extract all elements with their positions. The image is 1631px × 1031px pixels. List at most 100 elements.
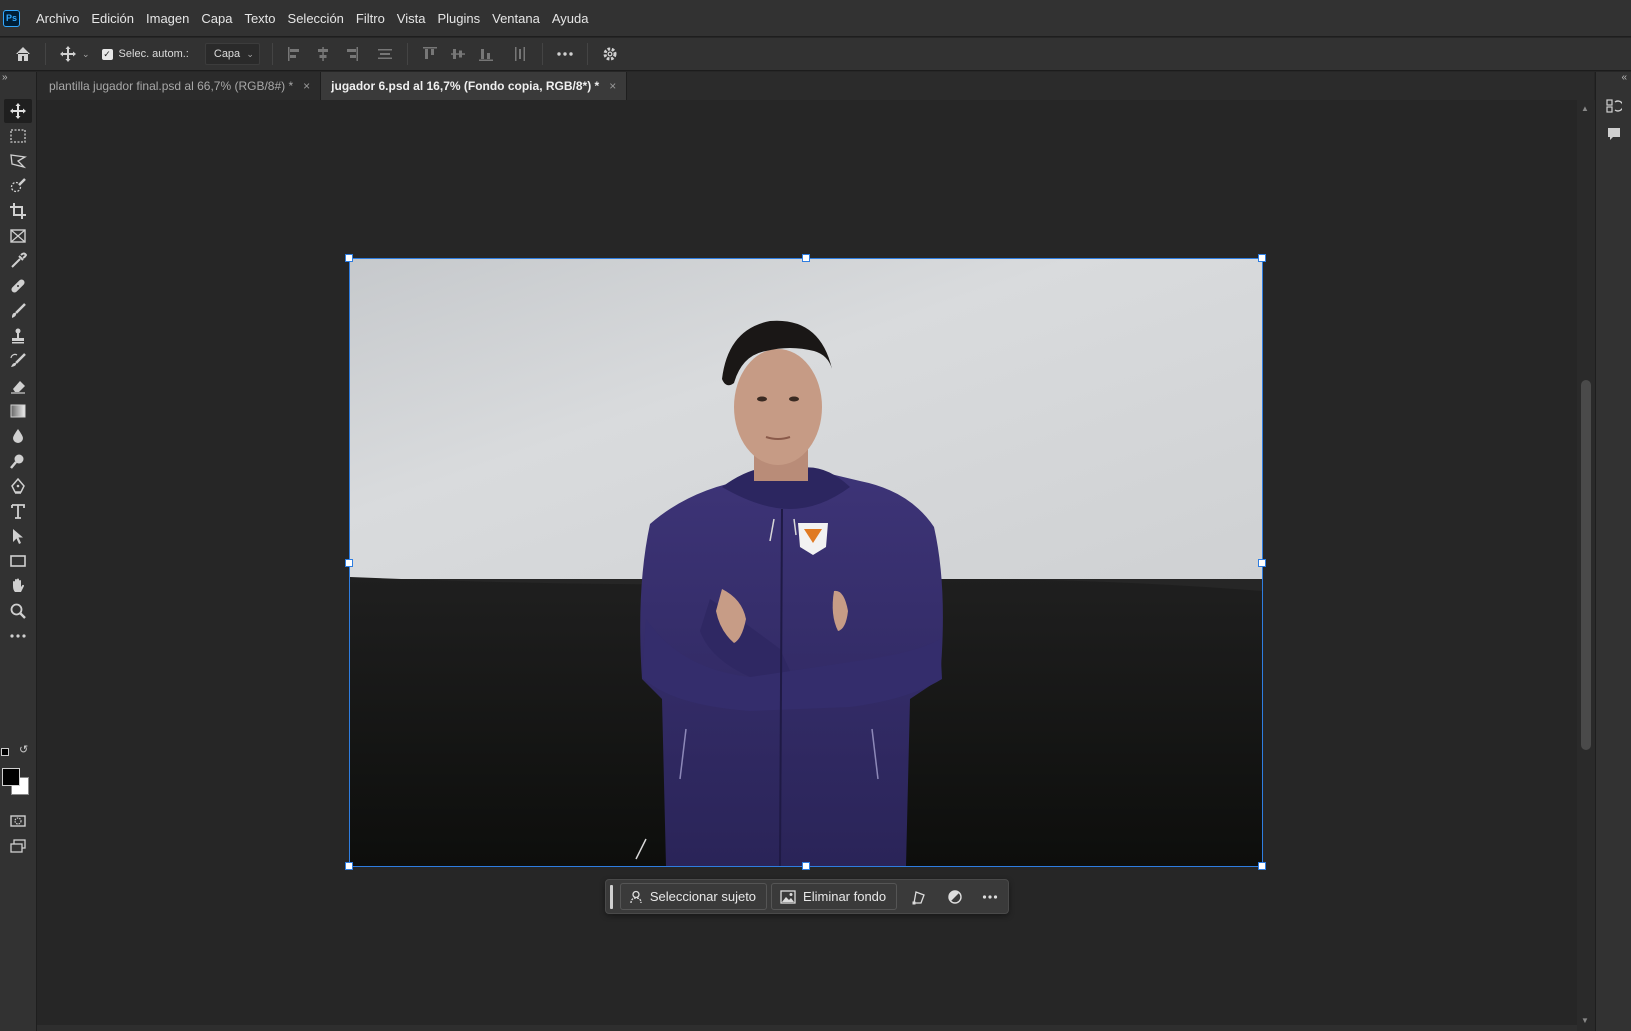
- adjustment-layer-icon[interactable]: [937, 883, 973, 910]
- more-tools-icon[interactable]: [4, 624, 32, 648]
- crop-tool-icon[interactable]: [4, 199, 32, 223]
- history-brush-tool-icon[interactable]: [4, 349, 32, 373]
- home-icon[interactable]: [9, 40, 37, 68]
- zoom-tool-icon[interactable]: [4, 599, 32, 623]
- transform-warp-icon[interactable]: [901, 883, 937, 910]
- transform-handle-top-left[interactable]: [345, 254, 353, 262]
- drag-handle[interactable]: [610, 884, 613, 909]
- history-panel-icon[interactable]: [1604, 96, 1624, 116]
- scroll-up-icon[interactable]: ▲: [1581, 104, 1589, 113]
- transform-handle-bottom-left[interactable]: [345, 862, 353, 870]
- tab-label: plantilla jugador final.psd al 66,7% (RG…: [49, 79, 294, 93]
- frame-tool-icon[interactable]: [4, 224, 32, 248]
- auto-select-checkbox[interactable]: ✓: [101, 48, 113, 60]
- comments-panel-icon[interactable]: [1604, 124, 1624, 144]
- more-options-icon[interactable]: [551, 40, 579, 68]
- dropdown-value: Capa: [213, 48, 241, 60]
- menu-imagen[interactable]: Imagen: [140, 0, 195, 37]
- quick-selection-tool-icon[interactable]: [4, 174, 32, 198]
- select-subject-label: Seleccionar sujeto: [649, 889, 757, 904]
- tab-label: jugador 6.psd al 16,7% (Fondo copia, RGB…: [331, 79, 600, 93]
- select-subject-button[interactable]: Seleccionar sujeto: [619, 883, 768, 910]
- foreground-color-swatch[interactable]: [2, 768, 20, 786]
- transform-handle-top-center[interactable]: [802, 254, 810, 262]
- gear-icon[interactable]: [596, 40, 624, 68]
- chevron-down-icon[interactable]: ⌄: [82, 49, 90, 60]
- scrollbar-thumb[interactable]: [1581, 380, 1591, 750]
- hand-tool-icon[interactable]: [4, 574, 32, 598]
- divider: [406, 43, 408, 65]
- menu-bar: Ps Archivo Edición Imagen Capa Texto Sel…: [0, 0, 1631, 37]
- lasso-tool-icon[interactable]: [4, 149, 32, 173]
- align-left-edges-icon[interactable]: [281, 40, 309, 68]
- menu-ventana[interactable]: Ventana: [486, 0, 546, 37]
- default-colors-icon[interactable]: [1, 748, 9, 756]
- more-options-icon[interactable]: [972, 883, 1008, 910]
- menu-capa[interactable]: Capa: [195, 0, 238, 37]
- chevron-down-icon: ⌄: [246, 48, 254, 59]
- eraser-tool-icon[interactable]: [4, 374, 32, 398]
- clone-stamp-tool-icon[interactable]: [4, 324, 32, 348]
- divider: [586, 43, 588, 65]
- menu-archivo[interactable]: Archivo: [30, 0, 85, 37]
- swap-colors-icon[interactable]: ↺: [19, 743, 28, 756]
- healing-brush-tool-icon[interactable]: [4, 274, 32, 298]
- transform-handle-bottom-right[interactable]: [1258, 862, 1266, 870]
- transform-handle-middle-left[interactable]: [345, 559, 353, 567]
- menu-texto[interactable]: Texto: [238, 0, 281, 37]
- align-vertical-centers-icon[interactable]: [444, 40, 472, 68]
- screen-mode-icon[interactable]: [4, 834, 32, 858]
- options-bar: ⌄ ✓ Selec. autom.: Capa ⌄: [0, 38, 1631, 71]
- horizontal-scrollbar[interactable]: [37, 1025, 1577, 1031]
- align-top-edges-icon[interactable]: [416, 40, 444, 68]
- pen-tool-icon[interactable]: [4, 474, 32, 498]
- menu-ayuda[interactable]: Ayuda: [546, 0, 595, 37]
- auto-select-label: Selec. autom.:: [118, 48, 189, 60]
- eyedropper-tool-icon[interactable]: [4, 249, 32, 273]
- divider: [45, 43, 46, 65]
- document-tab-bar: plantilla jugador final.psd al 66,7% (RG…: [37, 72, 1594, 100]
- menu-vista[interactable]: Vista: [391, 0, 432, 37]
- auto-select-target-dropdown[interactable]: Capa ⌄: [204, 43, 260, 65]
- transform-handle-top-right[interactable]: [1258, 254, 1266, 262]
- type-tool-icon[interactable]: [4, 499, 32, 523]
- tools-panel: » ↺: [0, 72, 37, 1031]
- dodge-tool-icon[interactable]: [4, 449, 32, 473]
- menu-plugins[interactable]: Plugins: [431, 0, 486, 37]
- expand-panel-icon[interactable]: »: [2, 72, 8, 83]
- move-tool-preset-icon[interactable]: [54, 40, 82, 68]
- quick-mask-icon[interactable]: [4, 809, 32, 833]
- close-icon[interactable]: ×: [609, 79, 616, 93]
- move-tool-icon[interactable]: [4, 99, 32, 123]
- rectangle-tool-icon[interactable]: [4, 549, 32, 573]
- menu-filtro[interactable]: Filtro: [350, 0, 391, 37]
- menu-seleccion[interactable]: Selección: [282, 0, 350, 37]
- scroll-down-icon[interactable]: ▼: [1581, 1016, 1589, 1025]
- remove-background-label: Eliminar fondo: [803, 889, 887, 904]
- tab-jugador-6[interactable]: jugador 6.psd al 16,7% (Fondo copia, RGB…: [321, 72, 628, 100]
- brush-tool-icon[interactable]: [4, 299, 32, 323]
- close-icon[interactable]: ×: [303, 79, 310, 93]
- transform-handle-bottom-center[interactable]: [802, 862, 810, 870]
- collapse-panel-icon[interactable]: «: [1621, 72, 1627, 83]
- gradient-tool-icon[interactable]: [4, 399, 32, 423]
- tab-plantilla-jugador-final[interactable]: plantilla jugador final.psd al 66,7% (RG…: [39, 72, 322, 100]
- path-selection-tool-icon[interactable]: [4, 524, 32, 548]
- vertical-scrollbar[interactable]: ▲ ▼: [1577, 100, 1595, 1031]
- image-icon: [780, 889, 796, 904]
- distribute-horizontal-icon[interactable]: [506, 40, 534, 68]
- menu-edicion[interactable]: Edición: [85, 0, 140, 37]
- canvas-photo-player[interactable]: [350, 259, 1262, 866]
- divider: [271, 43, 273, 65]
- transform-handle-middle-right[interactable]: [1258, 559, 1266, 567]
- app-logo[interactable]: Ps: [3, 9, 20, 27]
- align-bottom-edges-icon[interactable]: [472, 40, 500, 68]
- distribute-vertical-icon[interactable]: [371, 40, 399, 68]
- remove-background-button[interactable]: Eliminar fondo: [771, 883, 898, 910]
- divider: [541, 43, 543, 65]
- align-right-edges-icon[interactable]: [337, 40, 365, 68]
- blur-tool-icon[interactable]: [4, 424, 32, 448]
- align-horizontal-centers-icon[interactable]: [309, 40, 337, 68]
- person-icon: [630, 890, 642, 903]
- marquee-tool-icon[interactable]: [4, 124, 32, 148]
